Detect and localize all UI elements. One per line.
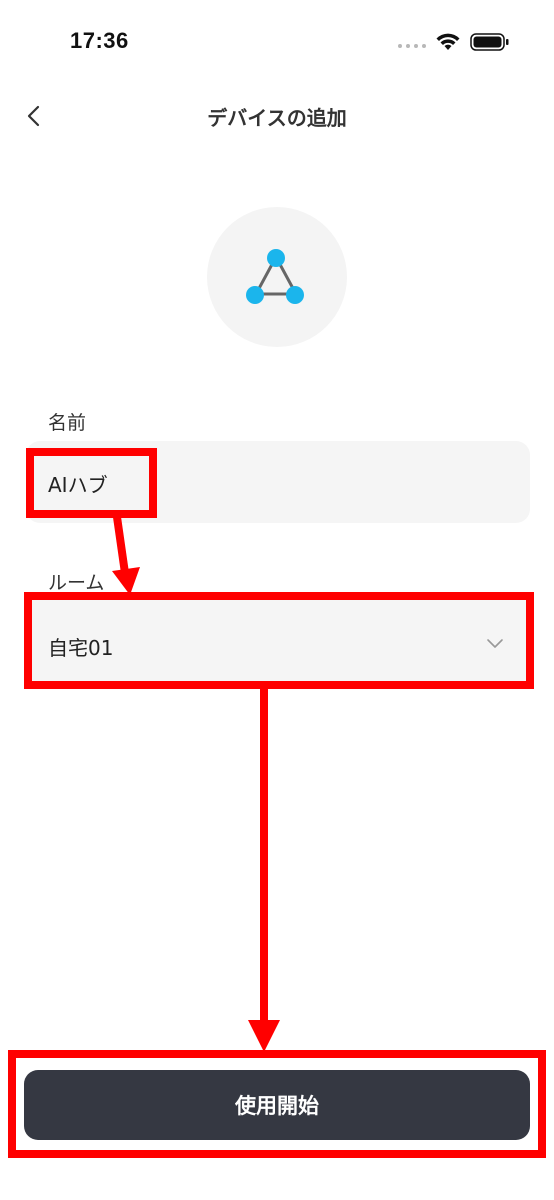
status-time: 17:36 — [70, 28, 129, 53]
name-field[interactable]: AIハブ — [26, 441, 530, 523]
name-value: AIハブ — [48, 473, 108, 497]
name-label: 名前 — [48, 412, 87, 434]
hub-network-icon — [246, 249, 304, 304]
page-title: デバイスの追加 — [207, 106, 347, 130]
chevron-down-icon — [487, 639, 503, 648]
annotation-arrow-name-to-room — [112, 516, 140, 595]
room-select[interactable]: 自宅01 — [26, 599, 530, 685]
room-label: ルーム — [48, 572, 105, 594]
device-avatar — [207, 207, 347, 347]
navigation-bar: デバイスの追加 — [0, 88, 554, 144]
status-bar: 17:36 — [0, 0, 554, 80]
room-value: 自宅01 — [48, 636, 114, 660]
signal-dots-icon — [398, 44, 426, 48]
wifi-icon — [436, 33, 460, 50]
battery-icon — [470, 33, 509, 51]
annotation-arrow-room-to-button — [248, 686, 280, 1052]
start-button[interactable]: 使用開始 — [24, 1070, 530, 1140]
